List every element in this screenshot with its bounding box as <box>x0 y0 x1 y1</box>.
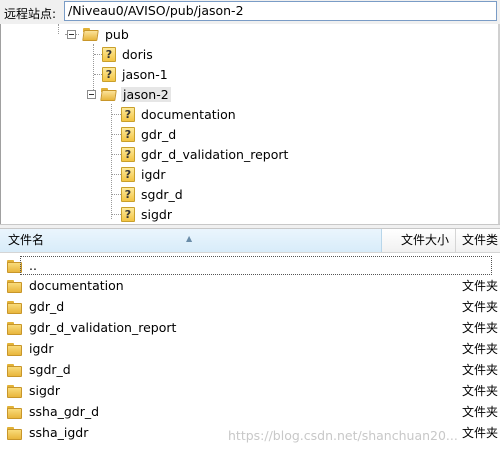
unknown-item-icon: ? <box>102 66 116 82</box>
folder-icon <box>7 405 23 419</box>
tree-guide-line <box>94 74 102 75</box>
tree-guide-line <box>111 104 112 219</box>
unknown-item-icon: ? <box>121 146 135 162</box>
list-item[interactable]: ssha_gdr_d 文件夹 <box>0 401 500 422</box>
open-folder-icon <box>83 27 99 41</box>
tree-node-igdr[interactable]: ? igdr <box>121 165 167 183</box>
focus-rectangle <box>20 256 492 275</box>
unknown-item-icon: ? <box>121 186 135 202</box>
list-header: 文件名 ▲ 文件大小 文件类 <box>0 229 500 253</box>
collapse-pub-toggle[interactable] <box>67 30 76 39</box>
remote-path-input[interactable]: /Niveau0/AVISO/pub/jason-2 <box>64 1 497 21</box>
column-header-filesize[interactable]: 文件大小 <box>382 229 456 252</box>
folder-icon <box>7 300 23 314</box>
collapse-jason-2-toggle[interactable] <box>87 90 96 99</box>
tree-guide-line <box>112 194 121 195</box>
list-item[interactable]: sgdr_d 文件夹 <box>0 359 500 380</box>
list-item[interactable]: sigdr 文件夹 <box>0 380 500 401</box>
remote-directory-tree: pub ? doris ? jason-1 jason-2 ? document… <box>0 24 499 224</box>
folder-icon <box>7 363 23 377</box>
tree-node-pub[interactable]: pub <box>83 25 131 43</box>
tree-node-sgdr-d[interactable]: ? sgdr_d <box>121 185 185 203</box>
tree-node-jason-2[interactable]: jason-2 <box>101 85 171 103</box>
column-header-filename[interactable]: 文件名 ▲ <box>0 229 382 252</box>
remote-site-label: 远程站点: <box>4 7 57 21</box>
list-item[interactable]: gdr_d_validation_report 文件夹 <box>0 317 500 338</box>
tree-guide-line <box>58 24 59 34</box>
tree-guide-line <box>94 54 102 55</box>
tree-node-sigdr[interactable]: ? sigdr <box>121 205 174 223</box>
folder-icon <box>7 321 23 335</box>
list-item[interactable]: documentation 文件夹 <box>0 275 500 296</box>
list-item[interactable]: gdr_d 文件夹 <box>0 296 500 317</box>
tree-guide-line <box>93 44 94 94</box>
tree-node-documentation[interactable]: ? documentation <box>121 105 238 123</box>
sort-ascending-icon: ▲ <box>186 234 193 243</box>
tree-guide-line <box>112 114 121 115</box>
tree-node-gdr-d-validation-report[interactable]: ? gdr_d_validation_report <box>121 145 290 163</box>
folder-icon <box>7 342 23 356</box>
open-folder-icon <box>101 87 117 101</box>
folder-icon <box>7 279 23 293</box>
tree-node-gdr-d[interactable]: ? gdr_d <box>121 125 178 143</box>
remote-site-bar: 远程站点: /Niveau0/AVISO/pub/jason-2 <box>0 0 500 24</box>
tree-guide-line <box>112 154 121 155</box>
column-header-filetype[interactable]: 文件类 <box>456 229 500 252</box>
watermark: https://blog.csdn.net/shanchuan20... <box>228 428 458 443</box>
unknown-item-icon: ? <box>121 106 135 122</box>
tree-node-doris[interactable]: ? doris <box>102 45 155 63</box>
folder-icon <box>7 384 23 398</box>
unknown-item-icon: ? <box>121 126 135 142</box>
list-item[interactable]: igdr 文件夹 <box>0 338 500 359</box>
unknown-item-icon: ? <box>121 166 135 182</box>
unknown-item-icon: ? <box>121 206 135 222</box>
remote-file-list: 文件名 ▲ 文件大小 文件类 .. documentation 文件夹 gdr_… <box>0 229 500 457</box>
tree-guide-line <box>112 174 121 175</box>
tree-node-jason-1[interactable]: ? jason-1 <box>102 65 170 83</box>
unknown-item-icon: ? <box>102 46 116 62</box>
tree-guide-line <box>112 214 121 215</box>
folder-icon <box>7 426 23 440</box>
tree-guide-line <box>112 134 121 135</box>
